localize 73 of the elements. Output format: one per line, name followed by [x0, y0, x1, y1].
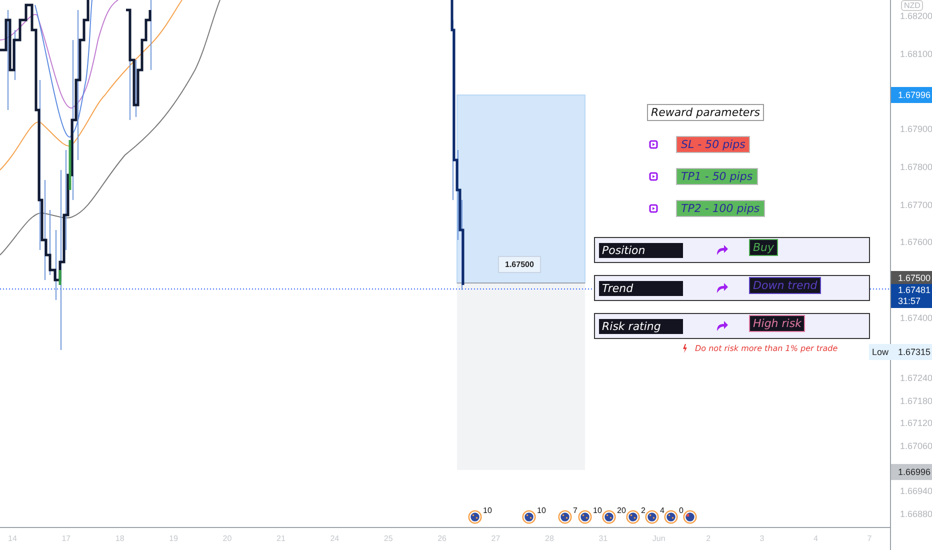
price-label: 1.66996 — [891, 464, 932, 480]
globe-icon — [522, 510, 536, 524]
globe-icon — [626, 510, 640, 524]
price-tick: 1.67400 — [900, 312, 932, 323]
play-icon — [649, 172, 658, 181]
date-tick: 21 — [276, 534, 286, 543]
date-tick: 7 — [867, 534, 872, 543]
date-tick: 31 — [598, 534, 608, 543]
target-label: TP1 - 50 pips — [676, 168, 758, 185]
event-count: 20 — [617, 506, 626, 515]
event-count: 4 — [660, 506, 664, 515]
entry-price-label: 1.67500 — [498, 256, 541, 273]
globe-icon — [602, 510, 616, 524]
curved-arrow-icon — [716, 245, 728, 255]
event-count: 0 — [679, 506, 684, 515]
price-tick: 1.67060 — [900, 440, 932, 451]
date-tick: Jun — [652, 534, 666, 543]
event-count: 7 — [573, 506, 578, 515]
target-label: SL - 50 pips — [676, 136, 750, 153]
date-tick: 27 — [491, 534, 500, 543]
info-label: Trend — [599, 280, 683, 296]
date-tick: 3 — [760, 534, 764, 543]
price-tick: 1.67900 — [900, 124, 932, 134]
date-tick: 17 — [62, 534, 71, 543]
info-label: Position — [599, 242, 683, 258]
lightning-icon — [682, 344, 688, 353]
price-tick: 1.68200 — [900, 11, 932, 22]
info-label: Risk rating — [599, 318, 683, 334]
price-tick: 1.66880 — [900, 508, 932, 519]
date-tick: 4 — [814, 534, 818, 543]
date-tick: 18 — [115, 534, 124, 543]
event-count: 10 — [483, 506, 492, 515]
date-tick: 14 — [8, 534, 17, 543]
globe-icon — [645, 510, 659, 524]
curved-arrow-icon — [716, 283, 728, 293]
play-icon — [649, 204, 658, 213]
date-tick: 28 — [545, 534, 554, 543]
price-label: 1.67996 — [891, 87, 932, 103]
date-tick: 26 — [438, 534, 446, 543]
price-label: 1.67315 — [891, 344, 932, 360]
price-tick: 1.67120 — [900, 418, 932, 428]
play-icon — [649, 140, 658, 149]
price-tick: 1.67180 — [900, 396, 932, 406]
globe-icon — [664, 510, 678, 524]
price-label: 1.67481 31:57 — [891, 284, 932, 308]
price-tick: 1.66940 — [900, 486, 932, 496]
info-value: Buy — [749, 239, 778, 256]
price-label: 1.67500 — [891, 271, 932, 285]
target-label: TP2 - 100 pips — [676, 200, 765, 217]
warning-text: Do not risk more than 1% per trade — [695, 344, 838, 353]
price-tick: 1.67240 — [900, 373, 932, 384]
date-tick: 19 — [169, 534, 178, 543]
event-count: 10 — [537, 506, 546, 515]
low-tag: Low — [869, 344, 892, 360]
event-count: 10 — [593, 506, 602, 515]
currency-badge: NZD — [901, 0, 924, 11]
date-tick: 2 — [706, 534, 711, 543]
date-tick: 24 — [330, 534, 340, 543]
price-tick: 1.67600 — [900, 237, 932, 248]
info-value: High risk — [749, 315, 806, 332]
date-tick: 20 — [222, 534, 232, 543]
info-value: Down trend — [749, 277, 822, 294]
flag-icon — [683, 510, 697, 524]
date-tick: 25 — [384, 534, 393, 543]
reward-parameters-title: Reward parameters — [647, 104, 764, 121]
globe-icon — [468, 510, 482, 524]
price-tick: 1.67700 — [900, 200, 932, 210]
event-count: 2 — [641, 506, 646, 515]
price-tick: 1.68100 — [900, 48, 932, 59]
price-tick: 1.67800 — [900, 162, 932, 172]
curved-arrow-icon — [716, 321, 728, 331]
globe-icon — [558, 510, 572, 524]
globe-icon — [578, 510, 592, 524]
